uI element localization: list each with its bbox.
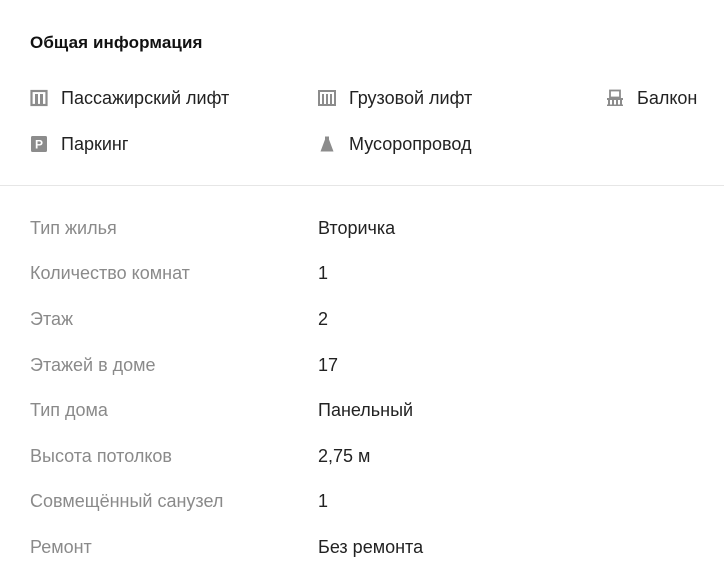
param-name: Тип дома [30,400,108,420]
param-value: Без ремонта [318,537,424,557]
feature-parking: P Паркинг [30,132,128,156]
param-value: 1 [318,263,329,283]
param-row: Количество комнат 1 [0,263,724,287]
param-row: Тип жилья Вторичка [0,218,724,242]
param-name: Ремонт [30,537,92,557]
garbage-chute-icon [318,135,336,153]
section-divider [0,185,724,186]
param-name: Этаж [30,309,74,329]
svg-text:P: P [35,138,43,152]
param-row: Тип дома Панельный [0,400,724,424]
param-value: 2 [318,309,329,329]
section-title: Общая информация [30,33,203,52]
feature-label: Мусоропровод [349,133,472,154]
param-value: 2,75 м [318,446,371,466]
feature-balcony: Балкон [606,86,697,110]
param-name: Тип жилья [30,218,117,238]
feature-label: Пассажирский лифт [61,87,230,108]
param-name: Высота потолков [30,446,172,466]
feature-label: Паркинг [61,133,129,154]
param-value: 1 [318,491,329,511]
param-row: Этажей в доме 17 [0,355,724,379]
feature-label: Балкон [637,87,698,108]
parking-icon: P [30,135,48,153]
feature-garbage-chute: Мусоропровод [318,132,471,156]
balcony-icon [606,89,624,107]
param-row: Высота потолков 2,75 м [0,446,724,470]
feature-passenger-elevator: Пассажирский лифт [30,86,229,110]
freight-elevator-icon [318,89,336,107]
feature-freight-elevator: Грузовой лифт [318,86,472,110]
param-value: Панельный [318,400,414,420]
param-value: Вторичка [318,218,396,238]
param-name: Совмещённый санузел [30,491,224,511]
param-row: Этаж 2 [0,309,724,333]
param-value: 17 [318,355,339,375]
passenger-elevator-icon [30,89,48,107]
param-name: Количество комнат [30,263,190,283]
feature-label: Грузовой лифт [349,87,473,108]
param-row: Совмещённый санузел 1 [0,491,724,515]
param-name: Этажей в доме [30,355,156,375]
param-row: Ремонт Без ремонта [0,537,724,561]
